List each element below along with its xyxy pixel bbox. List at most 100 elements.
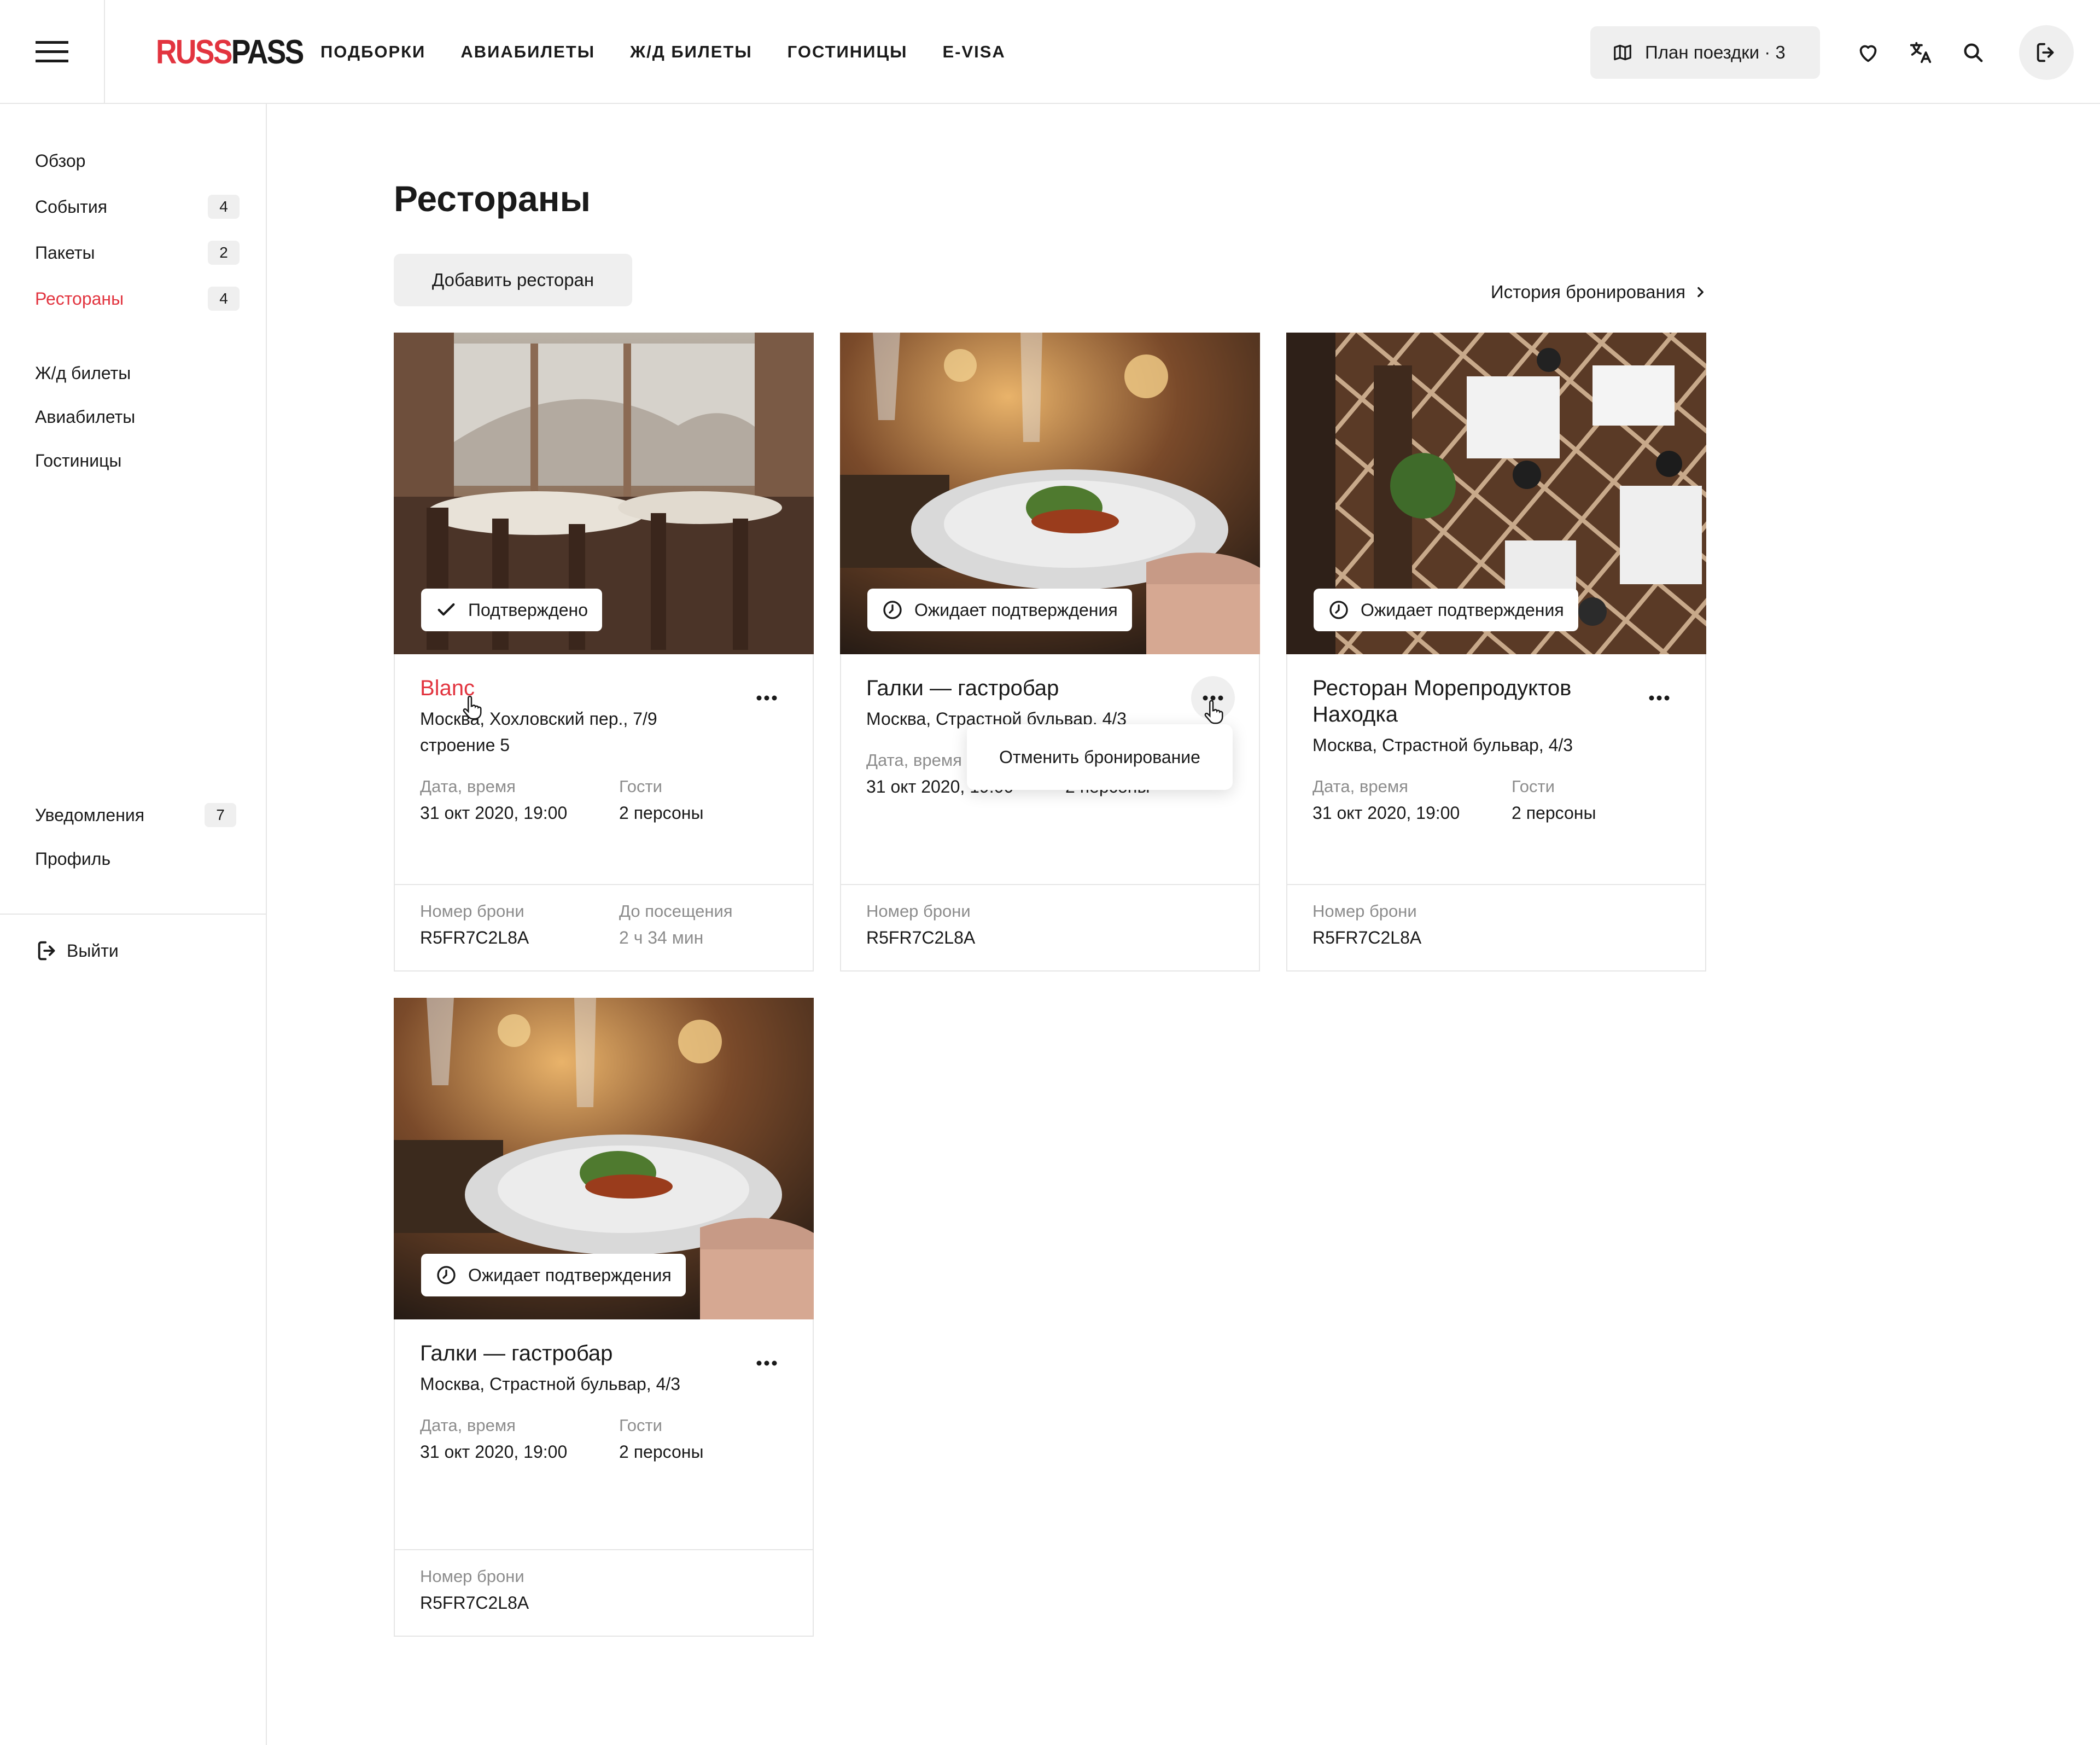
booking-number: R5FR7C2L8A <box>420 928 529 947</box>
sidebar-item-label: Авиабилеты <box>35 406 136 427</box>
card-options-menu: Отменить бронирование <box>967 724 1233 790</box>
sidebar-item-rail[interactable]: Ж/д билеты <box>35 357 243 389</box>
restaurant-card: Ожидает подтверждения Ресторан Морепроду… <box>1286 333 1706 972</box>
booking-label: Номер брони <box>420 1567 524 1586</box>
search-icon <box>1964 43 1983 62</box>
booking-label: Номер брони <box>420 901 524 921</box>
logout-icon <box>38 941 55 961</box>
more-options-button[interactable] <box>1637 676 1681 720</box>
more-options-button[interactable] <box>745 676 789 720</box>
restaurant-address: Москва, Страстной бульвар, 4/3 <box>1312 735 1573 755</box>
status-label: Ожидает подтверждения <box>1361 600 1564 620</box>
guests-value: 2 персоны <box>1512 803 1596 823</box>
add-restaurant-button[interactable]: Добавить ресторан <box>394 254 632 306</box>
search-button[interactable] <box>1958 37 1988 68</box>
logout-icon <box>2037 43 2054 62</box>
trip-plan-button[interactable]: План поездки · 3 <box>1590 26 1820 79</box>
clock-icon <box>437 1266 456 1284</box>
sidebar-item-avia[interactable]: Авиабилеты <box>35 400 243 433</box>
heart-icon <box>1859 45 1877 62</box>
restaurant-name[interactable]: Ресторан Морепродуктов Находка <box>1312 675 1619 728</box>
sidebar-item-notifications[interactable]: Уведомления 7 <box>35 799 243 831</box>
more-options-button[interactable] <box>745 1341 789 1385</box>
until-visit-label: До посещения <box>619 901 733 921</box>
guests-value: 2 персоны <box>619 803 704 823</box>
sidebar-item-label: Ж/д билеты <box>35 363 131 383</box>
sidebar-item-label: Уведомления <box>35 805 145 825</box>
status-badge: Ожидает подтверждения <box>421 1254 686 1296</box>
sidebar-item-label: Рестораны <box>35 288 124 309</box>
restaurant-card: Подтверждено Blanc Москва, Хохловский пе… <box>394 333 814 972</box>
date-value: 31 окт 2020, 19:00 <box>420 803 568 823</box>
guests-label: Гости <box>619 1416 662 1435</box>
hamburger-icon <box>36 41 68 62</box>
restaurant-address-extra: строение 5 <box>420 735 510 755</box>
count-badge: 4 <box>208 287 240 311</box>
date-value: 31 окт 2020, 19:00 <box>1312 803 1460 823</box>
nav-podborki[interactable]: ПОДБОРКИ <box>320 38 425 66</box>
top-header: RUSS PASS ПОДБОРКИ АВИАБИЛЕТЫ Ж/Д БИЛЕТЫ … <box>0 0 2100 104</box>
sidebar-item-profile[interactable]: Профиль <box>35 842 243 875</box>
sidebar-divider <box>0 914 266 915</box>
card-footer: Номер брони R5FR7C2L8A До посещения 2 ч … <box>395 884 813 972</box>
nav-avia[interactable]: АВИАБИЛЕТЫ <box>460 38 595 66</box>
sidebar: Обзор События 4 Пакеты 2 Рестораны 4 Ж/д… <box>0 104 267 1745</box>
booking-number: R5FR7C2L8A <box>1312 928 1422 947</box>
logout-label: Выйти <box>67 940 119 961</box>
booking-label: Номер брони <box>1312 901 1417 921</box>
card-footer: Номер брони R5FR7C2L8A <box>1287 884 1705 972</box>
booking-history-link[interactable]: История бронирования <box>1491 278 1707 306</box>
header-logout-button[interactable] <box>2019 25 2074 80</box>
chevron-right-icon <box>1698 287 1704 298</box>
status-label: Ожидает подтверждения <box>468 1265 672 1285</box>
hand-cursor-icon <box>1204 700 1223 724</box>
cancel-booking-option[interactable]: Отменить бронирование <box>999 747 1200 767</box>
sidebar-item-events[interactable]: События 4 <box>35 190 243 223</box>
hand-cursor-icon <box>463 696 482 720</box>
check-icon <box>438 603 455 616</box>
trip-plan-label: План поездки · 3 <box>1645 42 1786 62</box>
booking-number: R5FR7C2L8A <box>420 1593 529 1613</box>
favorites-button[interactable] <box>1853 37 1883 68</box>
sidebar-item-overview[interactable]: Обзор <box>35 144 243 177</box>
count-badge: 7 <box>205 803 236 827</box>
count-badge: 2 <box>208 241 240 265</box>
date-value: 31 окт 2020, 19:00 <box>420 1442 568 1462</box>
restaurant-address: Москва, Страстной бульвар, 4/3 <box>420 1374 681 1394</box>
card-body: Ресторан Морепродуктов Находка Москва, С… <box>1287 654 1705 873</box>
nav-rail[interactable]: Ж/Д БИЛЕТЫ <box>630 38 752 66</box>
until-visit-value: 2 ч 34 мин <box>619 928 704 947</box>
date-label: Дата, время <box>866 751 962 770</box>
sidebar-logout-button[interactable]: Выйти <box>35 934 119 967</box>
date-label: Дата, время <box>1312 777 1408 796</box>
nav-evisa[interactable]: E-VISA <box>942 38 1005 66</box>
page-title: Рестораны <box>394 178 591 219</box>
sidebar-item-label: Профиль <box>35 848 111 869</box>
restaurant-name[interactable]: Галки — гастробар <box>866 675 1172 701</box>
sidebar-item-packages[interactable]: Пакеты 2 <box>35 236 243 269</box>
logo-part-russ: RUSS <box>156 33 232 71</box>
translate-icon <box>1910 42 1932 63</box>
booking-number: R5FR7C2L8A <box>866 928 976 947</box>
date-label: Дата, время <box>420 1416 516 1435</box>
sidebar-item-restaurants[interactable]: Рестораны 4 <box>35 282 243 315</box>
russpass-logo[interactable]: RUSS PASS <box>156 33 304 71</box>
status-badge: Ожидает подтверждения <box>867 589 1132 631</box>
restaurant-card: Ожидает подтверждения Галки — гастробар … <box>840 333 1260 972</box>
restaurant-name[interactable]: Галки — гастробар <box>420 1340 726 1366</box>
status-label: Подтверждено <box>468 600 588 620</box>
clock-icon <box>1329 601 1348 619</box>
guests-label: Гости <box>619 777 662 796</box>
menu-button[interactable] <box>0 0 105 104</box>
guests-value: 2 персоны <box>619 1442 704 1462</box>
card-body: Blanc Москва, Хохловский пер., 7/9 строе… <box>395 654 813 873</box>
sidebar-item-label: События <box>35 196 108 217</box>
sidebar-item-hotels[interactable]: Гостиницы <box>35 444 243 477</box>
ellipsis-icon <box>756 1360 777 1366</box>
date-label: Дата, время <box>420 777 516 796</box>
nav-hotels[interactable]: ГОСТИНИЦЫ <box>788 38 908 66</box>
status-badge: Подтверждено <box>421 589 602 631</box>
top-navigation: ПОДБОРКИ АВИАБИЛЕТЫ Ж/Д БИЛЕТЫ ГОСТИНИЦЫ… <box>320 38 1041 66</box>
sidebar-item-label: Пакеты <box>35 242 95 263</box>
language-button[interactable] <box>1905 37 1936 68</box>
